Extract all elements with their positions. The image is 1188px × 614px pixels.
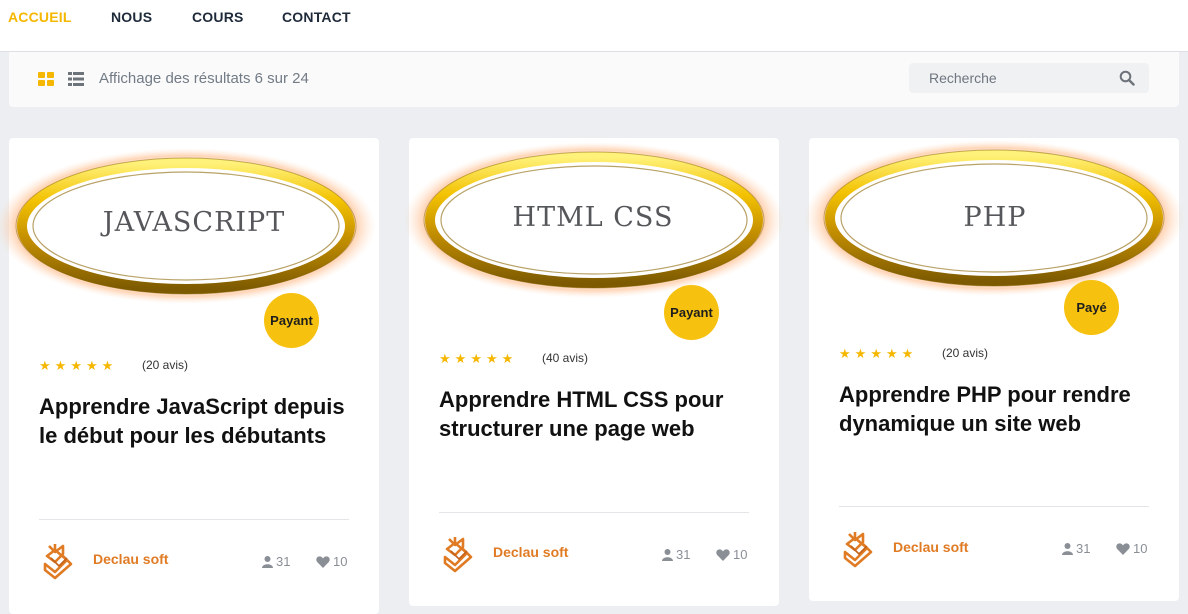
star-icon: ★ xyxy=(501,351,514,366)
course-image-javascript[interactable]: JAVASCRIPT xyxy=(0,138,379,308)
review-count: (20 avis) xyxy=(142,358,189,372)
search-input[interactable] xyxy=(909,63,1109,93)
results-toolbar: Affichage des résultats 6 sur 24 xyxy=(9,52,1179,107)
course-image-label: HTML CSS xyxy=(513,202,674,233)
price-badge: Payé xyxy=(1064,280,1119,335)
course-image-label: JAVASCRIPT xyxy=(100,207,285,238)
nav-link-contact[interactable]: CONTACT xyxy=(282,9,351,25)
course-card[interactable]: PHP Payé ★ ★ ★ ★ ★ (20 avis) Apprendre PHP p… xyxy=(804,138,1184,601)
star-icon: ★ xyxy=(454,351,467,366)
student-count-value: 31 xyxy=(676,547,691,562)
rating-stars: ★ ★ ★ ★ ★ xyxy=(439,350,517,366)
star-icon: ★ xyxy=(54,358,67,373)
student-count: 31 xyxy=(262,554,290,569)
author-logo-icon xyxy=(43,544,73,580)
star-icon: ★ xyxy=(485,351,498,366)
author-logo-icon xyxy=(843,532,873,568)
star-icon: ★ xyxy=(901,346,914,361)
review-count: (20 avis) xyxy=(942,346,989,360)
rating-stars: ★ ★ ★ ★ ★ xyxy=(39,357,117,373)
star-icon: ★ xyxy=(854,346,867,361)
course-title[interactable]: Apprendre PHP pour rendre dynamique un s… xyxy=(839,380,1159,438)
nav-link-nous[interactable]: NOUS xyxy=(111,9,152,25)
like-count-value: 10 xyxy=(333,554,348,569)
search-box xyxy=(909,63,1149,93)
course-title[interactable]: Apprendre JavaScript depuis le début pou… xyxy=(39,392,359,450)
like-count-value: 10 xyxy=(733,547,748,562)
card-divider xyxy=(839,506,1149,507)
star-icon: ★ xyxy=(439,351,451,366)
user-icon xyxy=(1062,542,1073,555)
rating-stars: ★ ★ ★ ★ ★ xyxy=(839,345,917,361)
course-image-php[interactable]: PHP xyxy=(804,138,1184,308)
student-count-value: 31 xyxy=(1076,541,1091,556)
search-icon[interactable] xyxy=(1119,70,1135,86)
results-count-text: Affichage des résultats 6 sur 24 xyxy=(99,70,309,87)
heart-icon[interactable] xyxy=(716,548,730,561)
nav-link-cours[interactable]: COURS xyxy=(192,9,244,25)
course-card[interactable]: HTML CSS Payant ★ ★ ★ ★ ★ (40 avis) Apprendr… xyxy=(404,138,784,606)
star-icon: ★ xyxy=(839,346,851,361)
star-icon: ★ xyxy=(470,351,482,366)
star-icon: ★ xyxy=(870,346,882,361)
nav-link-accueil[interactable]: ACCUEIL xyxy=(8,9,72,25)
user-icon xyxy=(662,548,673,561)
course-title[interactable]: Apprendre HTML CSS pour structurer une p… xyxy=(439,385,759,443)
list-icon[interactable] xyxy=(68,72,84,86)
price-badge: Payant xyxy=(664,285,719,340)
grid-icon[interactable] xyxy=(38,72,54,86)
student-count: 31 xyxy=(1062,541,1090,556)
student-count-value: 31 xyxy=(276,554,291,569)
top-navigation: ACCUEIL NOUS COURS CONTACT xyxy=(0,0,1188,52)
like-count: 10 xyxy=(316,554,347,569)
course-image-label: PHP xyxy=(964,202,1027,233)
course-card[interactable]: JAVASCRIPT Payant ★ ★ ★ ★ ★ (20 avis) Appren… xyxy=(0,138,379,614)
author-name[interactable]: Declau soft xyxy=(893,539,968,555)
like-count: 10 xyxy=(716,547,747,562)
like-count: 10 xyxy=(1116,541,1147,556)
star-icon: ★ xyxy=(885,346,898,361)
card-divider xyxy=(439,512,749,513)
star-icon: ★ xyxy=(101,358,114,373)
star-icon: ★ xyxy=(85,358,98,373)
heart-icon[interactable] xyxy=(1116,542,1130,555)
author-name[interactable]: Declau soft xyxy=(493,544,568,560)
student-count: 31 xyxy=(662,547,690,562)
star-icon: ★ xyxy=(39,358,51,373)
price-badge: Payant xyxy=(264,293,319,348)
like-count-value: 10 xyxy=(1133,541,1148,556)
author-logo-icon xyxy=(443,537,473,573)
user-icon xyxy=(262,555,273,568)
star-icon: ★ xyxy=(70,358,82,373)
card-divider xyxy=(39,519,349,520)
review-count: (40 avis) xyxy=(542,351,589,365)
heart-icon[interactable] xyxy=(316,555,330,568)
author-name[interactable]: Declau soft xyxy=(93,551,168,567)
course-image-html-css[interactable]: HTML CSS xyxy=(404,138,784,308)
